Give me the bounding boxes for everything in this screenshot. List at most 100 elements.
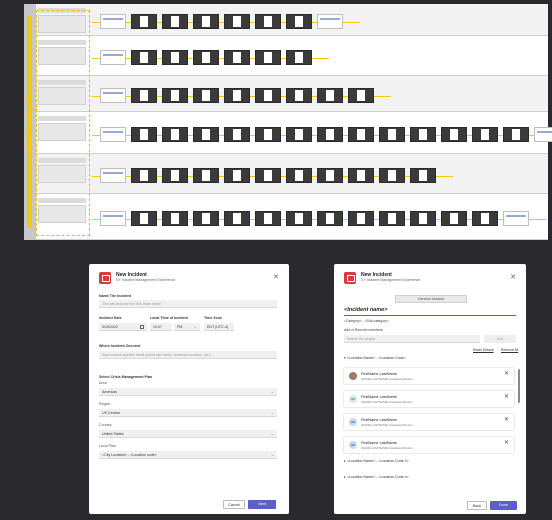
ampm-value: PM bbox=[177, 325, 183, 329]
tab-general-incident[interactable]: General Incident bbox=[395, 295, 467, 303]
flow-screen-thumbnail bbox=[317, 88, 343, 103]
member-role: (NAME LASTNAME) Assistant Director bbox=[361, 377, 413, 381]
plan-heading: Select Crisis Management Plan bbox=[99, 375, 153, 379]
done-button[interactable]: Done bbox=[490, 501, 517, 510]
flow-screen-thumbnail bbox=[441, 127, 467, 142]
flow-screen-thumbnail bbox=[100, 211, 126, 226]
member-name: FirstName LastName bbox=[361, 372, 397, 376]
flow-screen-thumbnail bbox=[193, 211, 219, 226]
time-zone-input[interactable]: EDT (UTC-4) bbox=[204, 323, 234, 331]
remove-member-icon[interactable]: ✕ bbox=[504, 394, 509, 400]
country-label: Country bbox=[99, 423, 112, 427]
flow-screen-thumbnail bbox=[317, 211, 343, 226]
location-group-3[interactable]: ▸ <Location Name> - <Location Code n> bbox=[344, 475, 409, 479]
flow-screen-thumbnail bbox=[379, 127, 405, 142]
where-label: Where Incident Occured bbox=[99, 344, 141, 348]
local-plan-label: Local Plan bbox=[99, 444, 116, 448]
dialog-header: New Incident EY Incident Management Expe… bbox=[344, 272, 516, 290]
flow-screen-thumbnail bbox=[255, 168, 281, 183]
where-input[interactable]: Add location specific detail (client sit… bbox=[99, 351, 277, 359]
flow-screen-thumbnail bbox=[193, 50, 219, 65]
incident-date-label: Incident Date bbox=[99, 316, 122, 320]
flow-screen-thumbnail bbox=[224, 127, 250, 142]
flow-screen-thumbnail bbox=[224, 14, 250, 29]
cancel-button[interactable]: Cancel bbox=[223, 500, 245, 509]
location-group-1[interactable]: ▾ <Location Name> - <Location Code> bbox=[344, 356, 406, 360]
avatar: AV bbox=[349, 441, 357, 449]
flow-screen-thumbnail bbox=[286, 211, 312, 226]
incident-date-input[interactable]: 9/10/2022 bbox=[99, 323, 147, 331]
flows-side-label-text: IMX Testing: Flows bbox=[26, 84, 34, 147]
flow-screen-thumbnail bbox=[410, 211, 436, 226]
flow-screen-thumbnail bbox=[100, 168, 126, 183]
back-button[interactable]: Back bbox=[467, 501, 487, 510]
member-card: AV FirstName LastName (NAME LASTNAME) Assi… bbox=[344, 437, 514, 453]
flow-screen-thumbnail bbox=[193, 127, 219, 142]
chevron-down-icon: ⌄ bbox=[270, 410, 274, 415]
reset-default-link[interactable]: Reset Default bbox=[473, 348, 494, 352]
flow-row bbox=[36, 4, 548, 36]
add-remove-label: Add or Remove members bbox=[344, 328, 383, 332]
next-button[interactable]: Next bbox=[248, 500, 276, 509]
flow-screen-thumbnail bbox=[162, 211, 188, 226]
chevron-down-icon: ⌄ bbox=[270, 452, 274, 457]
member-list-scrollbar[interactable] bbox=[518, 369, 520, 403]
ampm-select[interactable]: PM ⌄ bbox=[174, 323, 200, 331]
area-label: Area bbox=[99, 381, 107, 385]
remove-member-icon[interactable]: ✕ bbox=[504, 417, 509, 423]
close-icon[interactable]: ✕ bbox=[273, 274, 279, 281]
country-select[interactable]: United States ⌄ bbox=[99, 430, 277, 438]
flow-screen-thumbnail bbox=[255, 127, 281, 142]
dialog-subtitle: EY Incident Management Experience bbox=[116, 278, 176, 282]
region-label: Region bbox=[99, 402, 111, 406]
flow-screen-thumbnail bbox=[162, 127, 188, 142]
people-search-input[interactable]: Search for people bbox=[344, 335, 480, 343]
close-icon[interactable]: ✕ bbox=[510, 274, 516, 281]
flow-screen-thumbnail bbox=[348, 88, 374, 103]
flow-screen-thumbnail bbox=[100, 14, 126, 29]
location-group-3-label: <Location Name> - <Location Code n> bbox=[346, 475, 409, 479]
member-role: (NAME LASTNAME) Assistant Director bbox=[361, 400, 413, 404]
location-group-2[interactable]: ▸ <Location Name> - <Location Code 2> bbox=[344, 459, 409, 463]
chevron-down-icon: ⌄ bbox=[270, 431, 274, 436]
location-group-1-label: <Location Name> - <Location Code> bbox=[346, 356, 406, 360]
incident-time-input[interactable]: 12:07 bbox=[150, 323, 172, 331]
flow-screen-thumbnail bbox=[472, 127, 498, 142]
flow-screen-thumbnail bbox=[100, 88, 126, 103]
flow-screen-thumbnail bbox=[131, 127, 157, 142]
remove-member-icon[interactable]: ✕ bbox=[504, 371, 509, 377]
flow-screen-thumbnail bbox=[193, 88, 219, 103]
flow-screen-thumbnail bbox=[317, 127, 343, 142]
avatar bbox=[349, 372, 357, 380]
remove-member-icon[interactable]: ✕ bbox=[504, 440, 509, 446]
flow-screen-thumbnail bbox=[224, 88, 250, 103]
flow-screen-thumbnail bbox=[224, 211, 250, 226]
flow-screen-thumbnail bbox=[131, 88, 157, 103]
flow-screen-thumbnail bbox=[193, 14, 219, 29]
incident-app-icon bbox=[99, 272, 111, 284]
flow-screen-thumbnail bbox=[224, 50, 250, 65]
member-name: FirstName LastName bbox=[361, 395, 397, 399]
add-button[interactable]: Add bbox=[484, 335, 516, 343]
region-select[interactable]: US Central ⌄ bbox=[99, 409, 277, 417]
calendar-icon[interactable] bbox=[140, 325, 144, 329]
local-plan-select[interactable]: <City Location> - <Location code> ⌄ bbox=[99, 451, 277, 459]
member-card: FirstName LastName (NAME LASTNAME) Assist… bbox=[344, 368, 514, 384]
member-name: FirstName LastName bbox=[361, 418, 397, 422]
flow-screen-thumbnail bbox=[410, 127, 436, 142]
flows-side-label: IMX Testing: Flows bbox=[24, 4, 36, 240]
flow-screen-thumbnail bbox=[255, 211, 281, 226]
member-role: (NAME LASTNAME) Assistant Director bbox=[361, 446, 413, 450]
flow-screen-thumbnail bbox=[100, 127, 126, 142]
incident-name-input[interactable]: This will become the IMX team name bbox=[99, 300, 277, 308]
member-card: AV FirstName LastName (NAME LASTNAME) Assi… bbox=[344, 391, 514, 407]
remove-all-link[interactable]: Remove All bbox=[501, 348, 518, 352]
flow-screen-thumbnail bbox=[131, 14, 157, 29]
area-select[interactable]: Americas ⌄ bbox=[99, 388, 277, 396]
flow-screen-thumbnail bbox=[286, 50, 312, 65]
chevron-down-icon: ⌄ bbox=[193, 324, 197, 329]
flow-screen-thumbnail bbox=[410, 168, 436, 183]
avatar: AV bbox=[349, 418, 357, 426]
flow-screen-thumbnail bbox=[379, 168, 405, 183]
flow-screen-thumbnail bbox=[162, 168, 188, 183]
